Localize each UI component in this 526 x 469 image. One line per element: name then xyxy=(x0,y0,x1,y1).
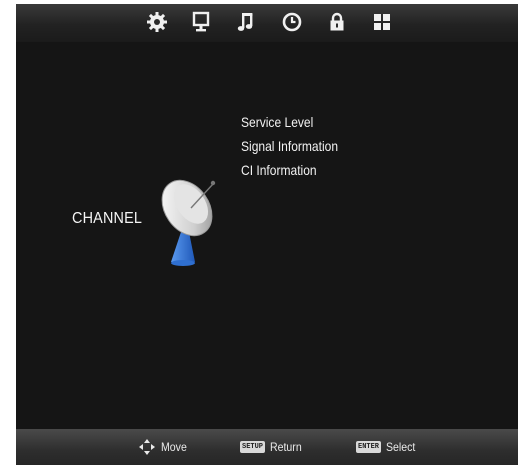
select-hint-label: Select xyxy=(386,440,416,454)
channel-category-label: CHANNEL xyxy=(72,210,143,227)
four-way-arrow-icon xyxy=(139,439,155,455)
lock-icon[interactable] xyxy=(325,10,349,34)
settings-gear-icon[interactable] xyxy=(145,10,169,34)
clock-icon[interactable] xyxy=(280,10,304,34)
top-menu-bar xyxy=(16,4,518,42)
menu-item-ci-information[interactable]: CI Information xyxy=(241,158,338,182)
grid-icon[interactable] xyxy=(370,10,394,34)
satellite-dish-icon xyxy=(161,179,216,266)
return-hint-label: Return xyxy=(270,440,302,454)
channel-menu-panel: Service Level Signal Information CI Info… xyxy=(16,42,518,429)
select-hint: ENTER Select xyxy=(356,437,419,457)
setup-key-badge: SETUP xyxy=(240,441,266,453)
enter-key-badge: ENTER xyxy=(356,441,382,453)
footer-hint-bar: Move SETUP Return ENTER Select xyxy=(16,429,518,465)
menu-item-signal-information[interactable]: Signal Information xyxy=(241,134,338,158)
tv-screen: Service Level Signal Information CI Info… xyxy=(16,4,518,465)
return-hint: SETUP Return xyxy=(240,437,306,457)
menu-item-service-level[interactable]: Service Level xyxy=(241,110,338,134)
move-hint: Move xyxy=(138,437,190,457)
move-hint-label: Move xyxy=(161,440,187,454)
channel-submenu: Service Level Signal Information CI Info… xyxy=(241,110,354,182)
music-note-icon[interactable] xyxy=(234,10,258,34)
monitor-icon[interactable] xyxy=(189,10,213,34)
